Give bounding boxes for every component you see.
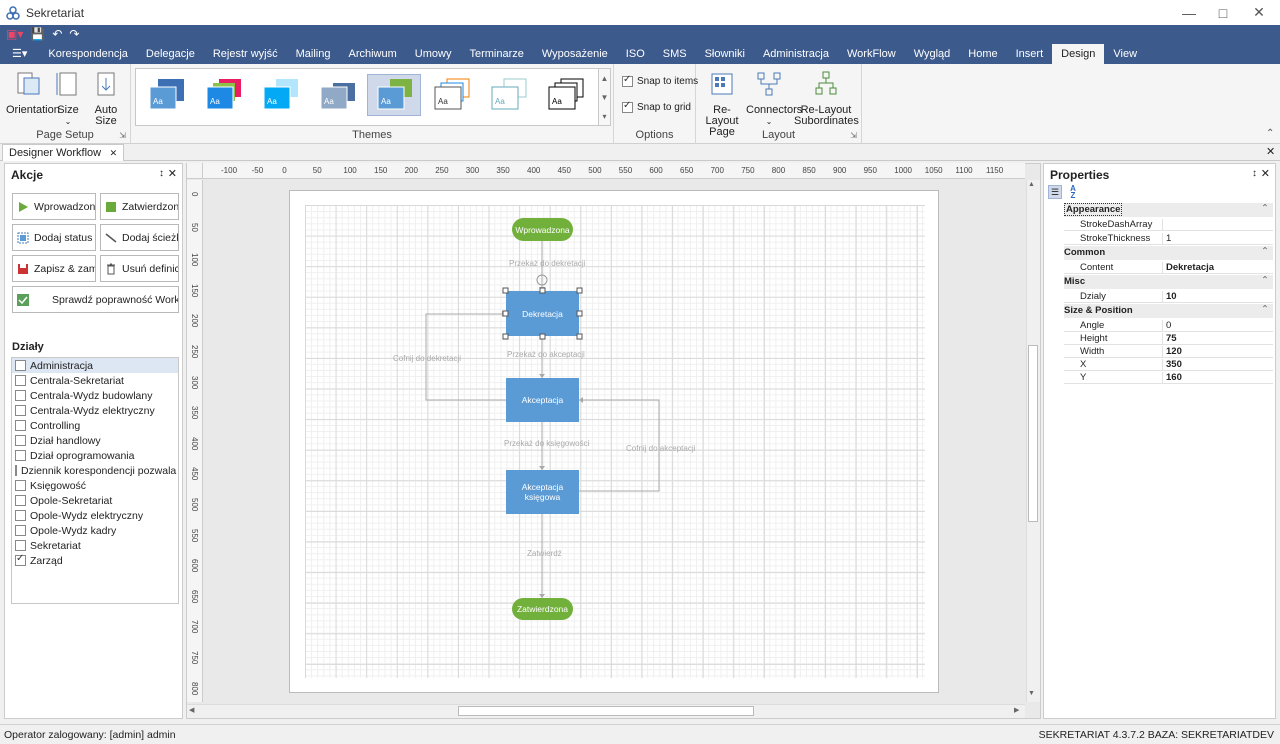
connector-label-przekaz-akceptacji[interactable]: Przekaż do akceptacji (507, 350, 585, 359)
prop-stroke-dash-array[interactable]: StrokeDashArray (1064, 218, 1273, 231)
prop-y[interactable]: Y 160 (1064, 371, 1273, 384)
connector-label-cofnij-dekretacji[interactable]: Cofnij do dekretacji (393, 354, 461, 363)
category-appearance[interactable]: Appearance ⌃ (1064, 203, 1273, 217)
category-misc[interactable]: Misc ⌃ (1064, 275, 1273, 289)
pin-icon[interactable]: ↕ (1252, 168, 1257, 179)
prop-dzialy[interactable]: Dzialy 10 (1064, 290, 1273, 303)
prop-key: Content (1080, 262, 1114, 273)
appearance-label: Appearance (1064, 203, 1123, 216)
resize-handle[interactable] (539, 287, 546, 294)
connector-label-przekaz-ksiegowosci[interactable]: Przekaż do księgowości (504, 439, 589, 448)
prop-value[interactable]: 160 (1162, 372, 1273, 384)
status-bar: Operator zalogowany: [admin] admin SEKRE… (0, 724, 1280, 744)
collapse-icon[interactable]: ⌃ (1261, 304, 1269, 315)
status-version: SEKRETARIAT 4.3.7.2 BAZA: SEKRETARIATDEV (1038, 729, 1274, 741)
size-position-label: Size & Position (1064, 305, 1133, 316)
category-size-position[interactable]: Size & Position ⌃ (1064, 304, 1273, 318)
prop-angle[interactable]: Angle 0 (1064, 319, 1273, 332)
common-label: Common (1064, 247, 1106, 258)
properties-panel: Properties ↕ ✕ ☰ AZ Appearance ⌃ StrokeDa… (1043, 163, 1276, 719)
prop-key: StrokeThickness (1080, 233, 1151, 244)
properties-title: Properties (1050, 168, 1110, 182)
prop-width[interactable]: Width 120 (1064, 345, 1273, 358)
collapse-icon[interactable]: ⌃ (1261, 203, 1269, 214)
prop-key: Dzialy (1080, 291, 1106, 302)
category-common[interactable]: Common ⌃ (1064, 246, 1273, 260)
connector-label-przekaz-dekretacji[interactable]: Przekaż do dekretacji (509, 259, 585, 268)
prop-height[interactable]: Height 75 (1064, 332, 1273, 345)
prop-value[interactable]: 75 (1162, 333, 1273, 345)
close-panel-icon[interactable]: ✕ (1261, 167, 1270, 180)
prop-content[interactable]: Content Dekretacja (1064, 261, 1273, 274)
prop-key: Y (1080, 372, 1087, 383)
collapse-icon[interactable]: ⌃ (1261, 246, 1269, 257)
status-operator: Operator zalogowany: [admin] admin (4, 729, 176, 741)
resize-handle[interactable] (576, 310, 583, 317)
collapse-icon[interactable]: ⌃ (1261, 275, 1269, 286)
prop-key: Angle (1080, 320, 1105, 331)
prop-value[interactable]: 1 (1162, 233, 1273, 245)
prop-stroke-thickness[interactable]: StrokeThickness 1 (1064, 232, 1273, 245)
resize-handle[interactable] (502, 287, 509, 294)
resize-handle[interactable] (539, 333, 546, 340)
prop-value[interactable] (1162, 219, 1273, 231)
rotate-handle-icon[interactable] (536, 274, 548, 286)
categorized-view-icon[interactable]: ☰ (1048, 185, 1062, 199)
prop-value[interactable]: 10 (1162, 291, 1273, 303)
properties-header: Properties ↕ ✕ (1044, 164, 1275, 183)
resize-handle[interactable] (502, 333, 509, 340)
resize-handle[interactable] (576, 333, 583, 340)
connector-label-zatwierdz[interactable]: Zatwierdź (527, 549, 562, 558)
resize-handle[interactable] (576, 287, 583, 294)
misc-label: Misc (1064, 276, 1086, 287)
prop-x[interactable]: X 350 (1064, 358, 1273, 371)
prop-value[interactable]: 0 (1162, 320, 1273, 332)
connector-label-cofnij-akceptacji[interactable]: Cofnij do akceptacji (626, 444, 695, 453)
resize-handle[interactable] (502, 310, 509, 317)
prop-key: StrokeDashArray (1080, 219, 1153, 230)
prop-value[interactable]: 350 (1162, 359, 1273, 371)
prop-key: Width (1080, 346, 1105, 357)
prop-value[interactable]: Dekretacja (1162, 262, 1273, 274)
prop-value[interactable]: 120 (1162, 346, 1273, 358)
prop-key: Height (1080, 333, 1108, 344)
sort-alphabetical-icon[interactable]: AZ (1066, 185, 1080, 200)
prop-key: X (1080, 359, 1087, 370)
